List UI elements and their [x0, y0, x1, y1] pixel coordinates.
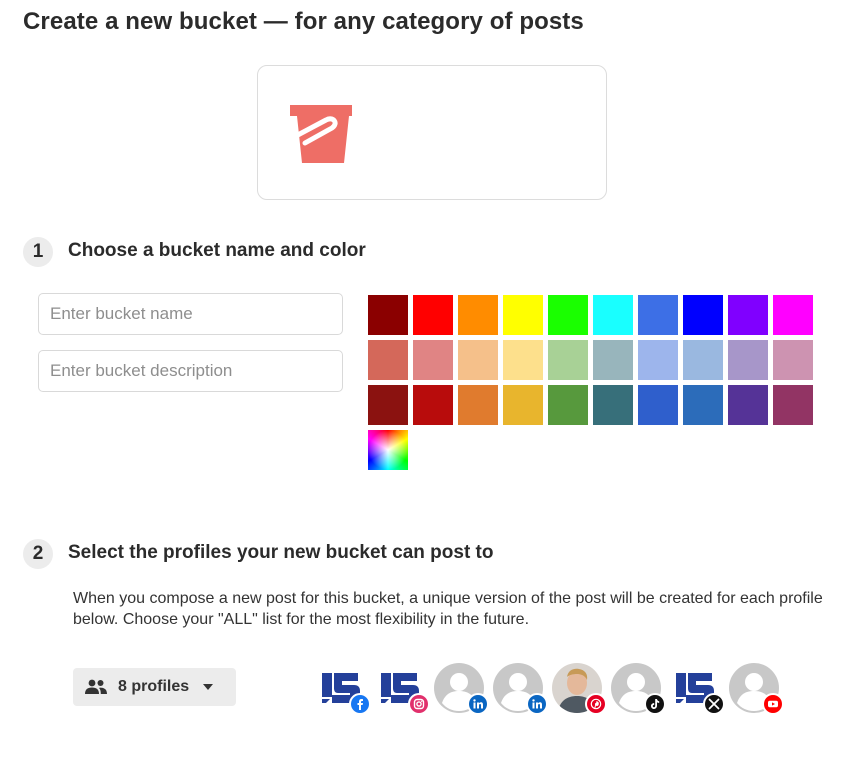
profile-avatar-facebook[interactable]: [316, 663, 371, 715]
color-swatch[interactable]: [683, 385, 723, 425]
youtube-icon: [762, 693, 784, 715]
color-swatch[interactable]: [773, 295, 813, 335]
color-swatch[interactable]: [638, 340, 678, 380]
color-swatch[interactable]: [503, 340, 543, 380]
profile-avatar-linkedin[interactable]: [493, 663, 548, 715]
profile-avatar-linkedin[interactable]: [434, 663, 489, 715]
page-title: Create a new bucket — for any category o…: [23, 8, 584, 35]
color-swatch[interactable]: [728, 340, 768, 380]
step-2-title: Select the profiles your new bucket can …: [68, 542, 494, 563]
caret-down-icon: [203, 684, 214, 690]
color-swatch[interactable]: [458, 295, 498, 335]
bucket-description-input[interactable]: [38, 350, 343, 392]
linkedin-icon: [467, 693, 489, 715]
color-swatch[interactable]: [638, 385, 678, 425]
profile-avatar-youtube[interactable]: [729, 663, 784, 715]
color-swatch[interactable]: [548, 295, 588, 335]
color-swatch[interactable]: [638, 295, 678, 335]
color-swatch[interactable]: [368, 340, 408, 380]
tiktok-icon: [644, 693, 666, 715]
color-swatch[interactable]: [548, 340, 588, 380]
color-swatch[interactable]: [728, 295, 768, 335]
step-1-number: 1: [23, 237, 53, 267]
color-swatch[interactable]: [773, 340, 813, 380]
color-swatch[interactable]: [458, 340, 498, 380]
bucket-preview-card: [257, 65, 607, 200]
color-swatch[interactable]: [368, 295, 408, 335]
color-swatch[interactable]: [458, 385, 498, 425]
profile-avatar-x[interactable]: [670, 663, 725, 715]
people-icon: [85, 679, 107, 694]
color-swatch[interactable]: [548, 385, 588, 425]
profiles-dropdown-button[interactable]: 8 profiles: [73, 668, 236, 706]
color-swatch[interactable]: [593, 295, 633, 335]
color-swatch[interactable]: [368, 385, 408, 425]
custom-color-picker[interactable]: [368, 430, 408, 470]
color-swatch[interactable]: [413, 385, 453, 425]
profiles-description: When you compose a new post for this buc…: [73, 590, 823, 628]
profile-avatar-tiktok[interactable]: [611, 663, 666, 715]
color-swatch[interactable]: [593, 340, 633, 380]
x-icon: [703, 693, 725, 715]
step-2-number: 2: [23, 539, 53, 569]
instagram-icon: [408, 693, 430, 715]
profile-avatar-instagram[interactable]: [375, 663, 430, 715]
color-swatch[interactable]: [593, 385, 633, 425]
color-swatch[interactable]: [683, 340, 723, 380]
color-swatch[interactable]: [413, 295, 453, 335]
color-swatch[interactable]: [683, 295, 723, 335]
color-swatch[interactable]: [728, 385, 768, 425]
bucket-name-input[interactable]: [38, 293, 343, 335]
pinterest-icon: [585, 693, 607, 715]
step-1-title: Choose a bucket name and color: [68, 240, 366, 261]
profile-avatar-pinterest[interactable]: [552, 663, 607, 715]
color-swatch[interactable]: [413, 340, 453, 380]
bucket-icon: [290, 105, 352, 163]
facebook-icon: [349, 693, 371, 715]
profiles-count-label: 8 profiles: [118, 678, 190, 695]
linkedin-icon: [526, 693, 548, 715]
color-swatch[interactable]: [503, 295, 543, 335]
color-swatch[interactable]: [773, 385, 813, 425]
color-swatch[interactable]: [503, 385, 543, 425]
